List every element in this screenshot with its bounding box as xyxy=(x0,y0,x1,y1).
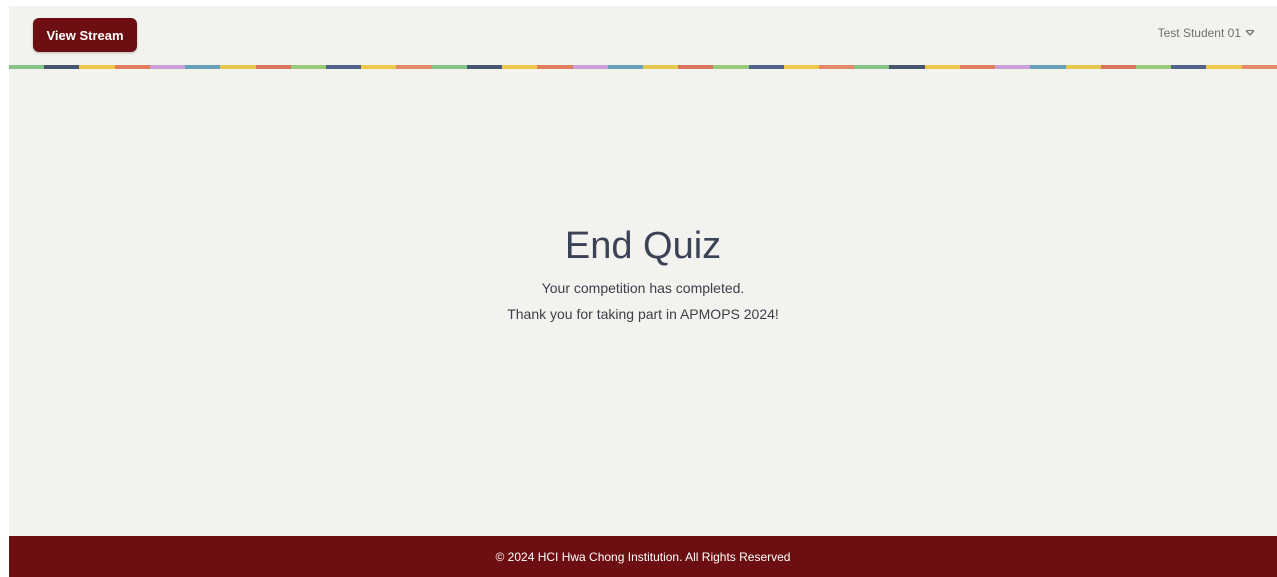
footer-copyright: © 2024 HCI Hwa Chong Institution. All Ri… xyxy=(495,549,791,564)
footer: © 2024 HCI Hwa Chong Institution. All Ri… xyxy=(9,536,1277,577)
app-frame: View Stream Test Student 01 End Quiz You… xyxy=(9,6,1277,577)
thank-you-message: Thank you for taking part in APMOPS 2024… xyxy=(507,306,779,322)
user-name: Test Student 01 xyxy=(1157,26,1241,40)
chevron-down-icon xyxy=(1245,29,1255,37)
user-menu[interactable]: Test Student 01 xyxy=(1158,26,1255,40)
view-stream-button[interactable]: View Stream xyxy=(33,18,137,52)
main-content: End Quiz Your competition has completed.… xyxy=(9,69,1277,536)
top-bar: View Stream Test Student 01 xyxy=(9,6,1277,69)
completion-message: Your competition has completed. xyxy=(541,280,745,296)
page-title: End Quiz xyxy=(564,225,722,267)
